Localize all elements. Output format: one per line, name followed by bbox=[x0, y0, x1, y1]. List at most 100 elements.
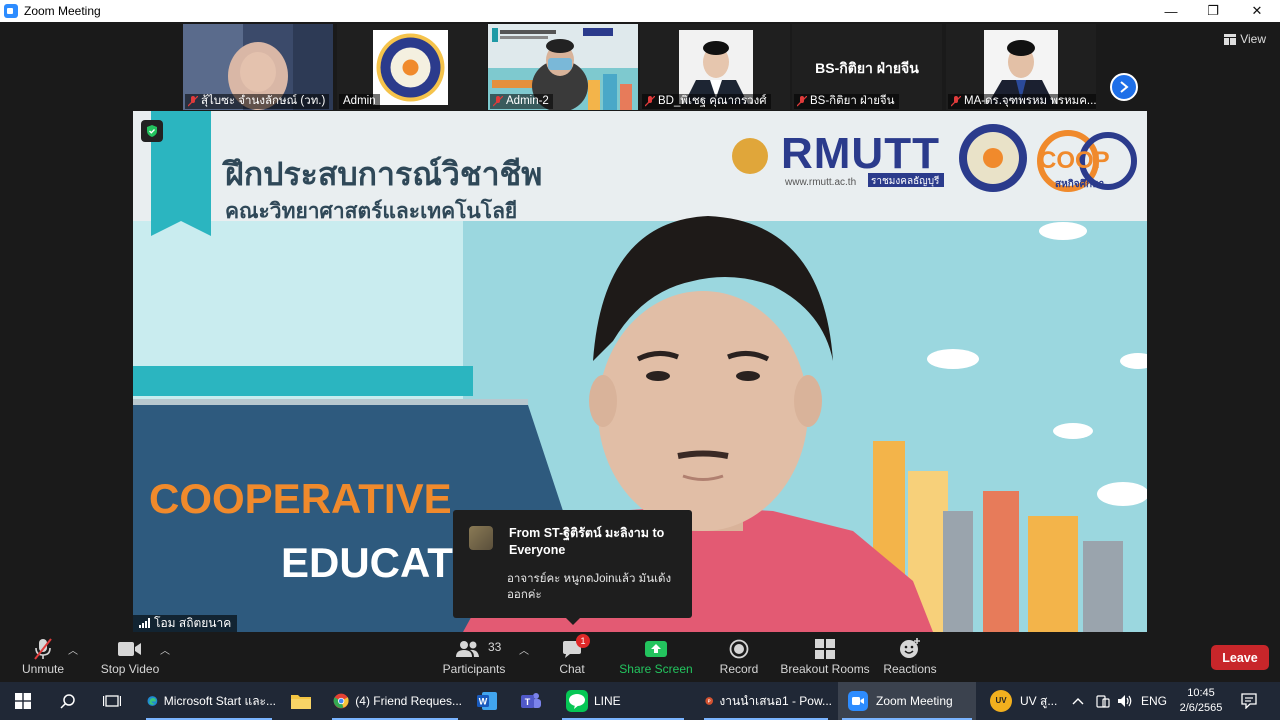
search-icon bbox=[60, 694, 75, 709]
meeting-controls-bar: Unmute ︿ Stop Video ︿ 33 Participants ︿ … bbox=[0, 632, 1280, 682]
audio-options-caret[interactable]: ︿ bbox=[68, 642, 78, 657]
svg-text:T: T bbox=[525, 697, 531, 707]
task-view-icon bbox=[103, 695, 121, 707]
reactions-smiley-icon bbox=[900, 638, 920, 658]
close-window-button[interactable]: ✕ bbox=[1234, 0, 1280, 22]
chat-button[interactable]: 1 Chat bbox=[549, 632, 595, 682]
tablet-mode-icon bbox=[1096, 695, 1110, 708]
participant-name: Admin bbox=[339, 94, 380, 109]
participant-thumbnail[interactable]: Admin bbox=[337, 24, 487, 110]
avatar bbox=[469, 526, 493, 550]
active-speaker-name: โอม สถิตยนาค bbox=[133, 615, 238, 632]
taskbar-clock[interactable]: 10:45 2/6/2565 bbox=[1172, 686, 1230, 716]
rmutt-logo-text: RMUTT bbox=[781, 129, 940, 178]
view-button[interactable]: View bbox=[1224, 32, 1266, 46]
record-button[interactable]: Record bbox=[715, 632, 763, 682]
coop-logo-text: COOP bbox=[1039, 147, 1110, 174]
participant-thumbnail[interactable]: MA-ดร.จุฑพรหม พรหมค... bbox=[946, 24, 1096, 110]
notification-icon bbox=[1241, 693, 1257, 709]
breakout-rooms-icon bbox=[815, 639, 835, 659]
taskbar-item-zoom[interactable]: Zoom Meeting bbox=[838, 682, 976, 720]
participants-button[interactable]: 33 Participants bbox=[440, 632, 508, 682]
taskbar-item-teams[interactable]: T bbox=[518, 682, 544, 720]
svg-text:W: W bbox=[479, 697, 488, 707]
coop-logo-sub: สหกิจศึกษา bbox=[1055, 179, 1105, 190]
svg-text:P: P bbox=[708, 699, 711, 704]
notification-center-button[interactable] bbox=[1241, 682, 1257, 720]
line-app-icon bbox=[566, 690, 588, 712]
chat-message: อาจารย์คะ หนูกดJoinแล้ว มันเด้งออกค่ะ bbox=[507, 573, 672, 601]
taskbar-item-word[interactable]: W bbox=[474, 682, 500, 720]
breakout-rooms-button[interactable]: Breakout Rooms bbox=[780, 632, 870, 682]
weather-widget[interactable]: UV UV สู... bbox=[990, 682, 1057, 720]
slide-education-text: EDUCAT bbox=[281, 539, 453, 586]
participant-name: MA-ดร.จุฑพรหม พรหมค... bbox=[948, 94, 1096, 109]
restore-button[interactable]: ❐ bbox=[1190, 0, 1236, 22]
rmutt-logo-url: www.rmutt.ac.th bbox=[785, 177, 857, 188]
edge-browser-icon bbox=[147, 696, 158, 706]
participant-name: สุ้ไบซะ จำนงลักษณ์ (วท.) bbox=[185, 94, 330, 109]
mic-muted-icon bbox=[34, 638, 52, 660]
task-view-button[interactable] bbox=[100, 682, 124, 720]
participant-name: Admin-2 bbox=[490, 94, 553, 109]
participant-thumbnail[interactable]: BD_พิเชฐ คุณากรวงศ์ bbox=[640, 24, 790, 110]
start-button[interactable] bbox=[10, 682, 36, 720]
word-icon: W bbox=[477, 692, 497, 710]
slide-title: ฝึกประสบการณ์วิชาชีพ bbox=[225, 156, 543, 192]
mic-muted-icon bbox=[188, 96, 198, 107]
uv-weather-icon: UV bbox=[990, 690, 1012, 712]
taskbar-item-powerpoint[interactable]: P งานนำเสนอ1 - Pow... bbox=[700, 682, 832, 720]
leave-meeting-button[interactable]: Leave bbox=[1211, 645, 1269, 670]
taskbar-item-chrome[interactable]: (4) Friend Reques... bbox=[328, 682, 462, 720]
rmutt-logo-sub: ราชมงคลธัญบุรี bbox=[871, 176, 940, 187]
participants-options-caret[interactable]: ︿ bbox=[519, 642, 529, 657]
zoom-app-icon bbox=[4, 4, 18, 18]
powerpoint-icon: P bbox=[705, 697, 714, 705]
taskbar-item-line[interactable]: LINE bbox=[558, 682, 688, 720]
tray-show-hidden-icons[interactable] bbox=[1072, 682, 1084, 720]
speaker-volume-icon bbox=[1118, 695, 1132, 707]
participant-thumbnail[interactable]: สุ้ไบซะ จำนงลักษณ์ (วท.) bbox=[183, 24, 333, 110]
participants-count: 33 bbox=[488, 640, 502, 654]
video-options-caret[interactable]: ︿ bbox=[160, 642, 170, 657]
mic-muted-icon bbox=[951, 96, 961, 107]
search-button[interactable] bbox=[56, 682, 80, 720]
chevron-up-icon bbox=[1072, 698, 1084, 705]
next-page-button[interactable] bbox=[1110, 73, 1138, 101]
window-title: Zoom Meeting bbox=[24, 4, 101, 18]
zoom-app-icon bbox=[848, 691, 868, 711]
grid-view-icon bbox=[1224, 33, 1237, 45]
participant-name: BD_พิเชฐ คุณากรวงศ์ bbox=[642, 94, 771, 109]
windows-logo-icon bbox=[15, 693, 31, 709]
reactions-button[interactable]: Reactions bbox=[882, 632, 938, 682]
share-screen-icon bbox=[645, 641, 667, 657]
chat-notification-popup[interactable]: From ST-ฐิติรัตน์ มะลิงาม to Everyone อา… bbox=[453, 510, 692, 625]
teams-icon: T bbox=[521, 693, 541, 708]
participant-display-name: BS-กิติยา ฝ่ายจีน bbox=[815, 60, 919, 76]
share-screen-button[interactable]: Share Screen bbox=[618, 632, 694, 682]
participant-name: BS-กิติยา ฝ่ายจีน bbox=[794, 94, 899, 109]
slide-subtitle: คณะวิทยาศาสตร์และเทคโนโลยี bbox=[225, 200, 518, 223]
chevron-right-icon bbox=[1120, 81, 1129, 93]
signal-bars-icon bbox=[139, 618, 150, 628]
unmute-button[interactable]: Unmute bbox=[12, 632, 74, 682]
folder-icon bbox=[291, 695, 311, 709]
mic-muted-icon bbox=[797, 96, 807, 107]
tray-volume[interactable] bbox=[1117, 682, 1133, 720]
tray-device-icon[interactable] bbox=[1096, 682, 1110, 720]
encryption-shield-icon[interactable] bbox=[141, 120, 163, 142]
taskbar-item-edge[interactable]: Microsoft Start และ... bbox=[142, 682, 276, 720]
participants-icon bbox=[456, 641, 479, 657]
stop-video-button[interactable]: Stop Video bbox=[98, 632, 162, 682]
participant-thumbnail-strip: สุ้ไบซะ จำนงลักษณ์ (วท.) Admin Admin-2 B… bbox=[0, 22, 1280, 112]
window-titlebar: Zoom Meeting — ❐ ✕ bbox=[0, 0, 1280, 22]
participant-thumbnail[interactable]: BS-กิติยา ฝ่ายจีน BS-กิติยา ฝ่ายจีน bbox=[792, 24, 942, 110]
record-icon bbox=[729, 639, 749, 659]
tray-language[interactable]: ENG bbox=[1141, 682, 1167, 720]
mic-muted-icon bbox=[645, 96, 655, 107]
minimize-button[interactable]: — bbox=[1148, 0, 1194, 22]
chrome-browser-icon bbox=[333, 693, 349, 709]
mic-muted-icon bbox=[493, 96, 503, 107]
participant-thumbnail[interactable]: Admin-2 bbox=[488, 24, 638, 110]
taskbar-item-file-explorer[interactable] bbox=[288, 682, 314, 720]
